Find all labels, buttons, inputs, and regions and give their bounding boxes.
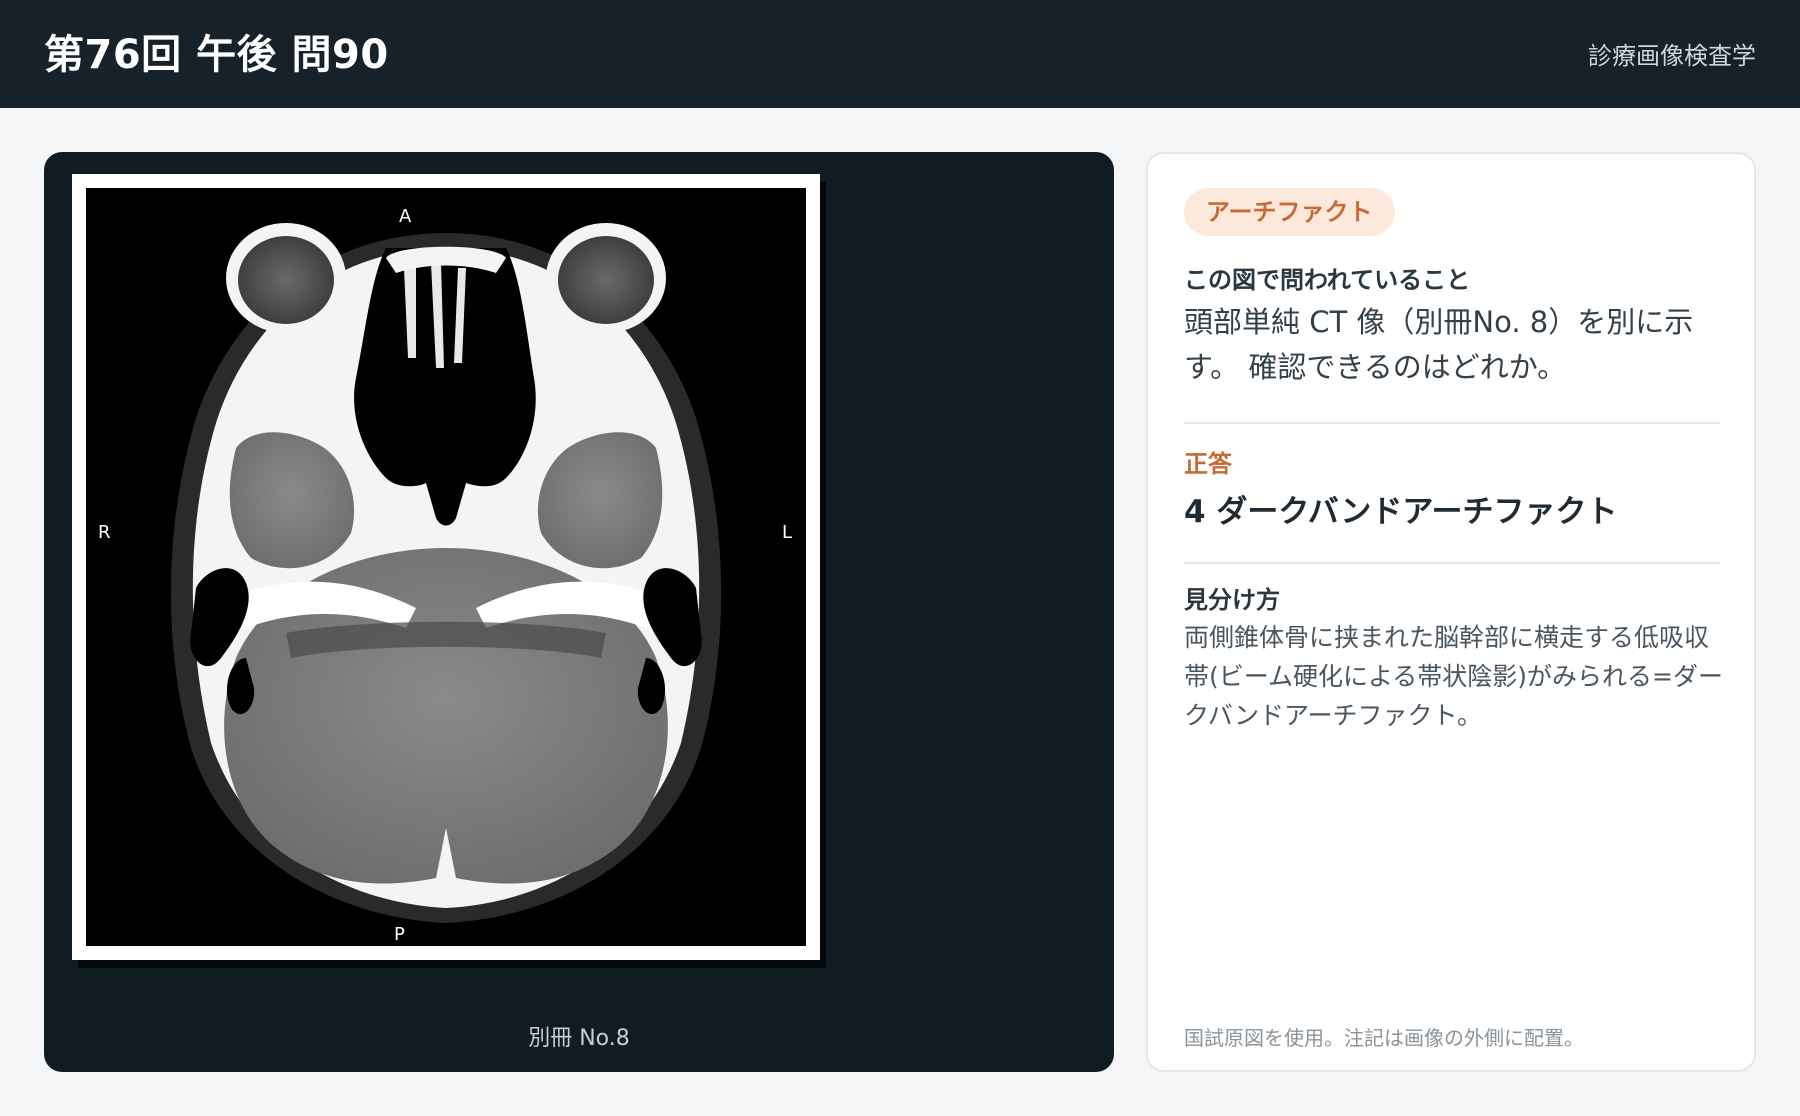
answer-text: 4 ダークバンドアーチファクト [1184,494,1618,530]
image-caption: 別冊 No.8 [528,1026,630,1051]
ct-scan-drawing: A P R L [86,188,806,946]
category-badge: アーチファクト [1184,188,1395,236]
answer-label: 正答 [1184,450,1232,478]
ct-scan-image: A P R L [86,188,806,946]
explain-label: 見分け方 [1184,586,1280,614]
image-viewer: A P R L 別冊 No.8 [44,152,1114,1072]
orientation-posterior: P [394,924,405,945]
explain-text: 両側錐体骨に挟まれた脳幹部に横走する低吸収帯(ビーム硬化による帯状陰影)がみられ… [1184,623,1723,730]
divider-1 [1184,422,1720,424]
orientation-left: L [782,522,792,543]
page-title: 第76回 午後 問90 [44,32,389,78]
question-label: この図で問われていること [1184,266,1471,294]
info-panel: アーチファクト この図で問われていること 頭部単純 CT 像（別冊No. 8）を… [1146,152,1756,1072]
question-text: 頭部単純 CT 像（別冊No. 8）を別に示す。 確認できるのはどれか。 [1184,305,1694,384]
orientation-right: R [98,522,111,543]
divider-2 [1184,562,1720,564]
film-frame: A P R L [72,174,820,960]
top-bar: 第76回 午後 問90 診療画像検査学 [0,0,1800,108]
subject-label: 診療画像検査学 [1588,42,1756,70]
orientation-anterior: A [399,206,412,227]
footnote: 国試原図を使用。注記は画像の外側に配置。 [1184,1026,1584,1050]
